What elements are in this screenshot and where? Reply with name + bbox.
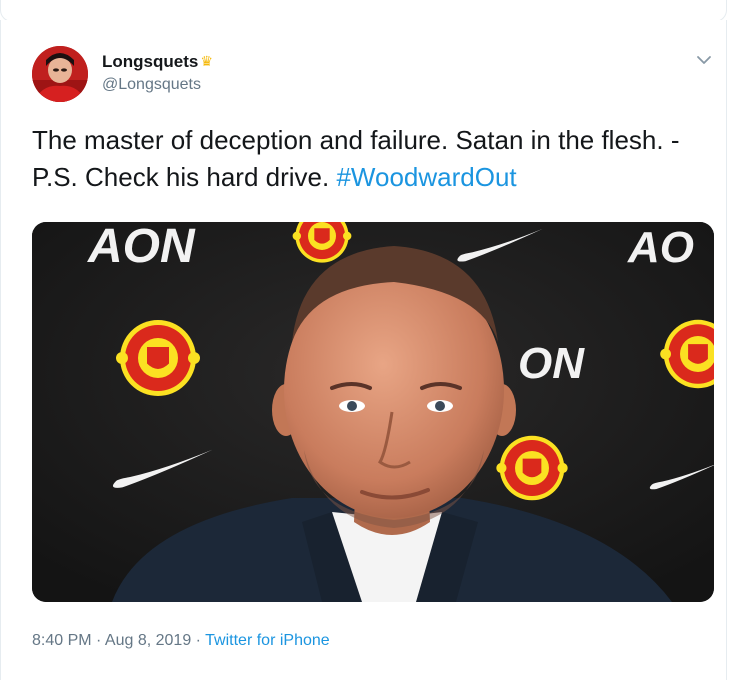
tweet-source-link[interactable]: Twitter for iPhone [205,632,330,649]
tweet-meta: 8:40 PM · Aug 8, 2019 · Twitter for iPho… [32,632,330,650]
hashtag-link[interactable]: #WoodwardOut [336,162,516,192]
tweet-text: The master of deception and failure. Sat… [32,122,722,196]
display-name-text[interactable]: Longsquets [102,52,198,71]
backdrop-logo-1: AON [87,222,196,273]
crown-icon: ♛ [200,53,213,69]
tweet-timestamp[interactable]: 8:40 PM · Aug 8, 2019 · [32,632,201,649]
user-handle[interactable]: @Longsquets [102,76,201,94]
backdrop-logo-2: AO [627,223,694,272]
display-name[interactable]: Longsquets ♛ [102,52,213,72]
previous-tweet-card [0,0,727,22]
chevron-down-icon[interactable] [694,50,714,70]
avatar-image [32,46,88,102]
photo-illustration: AON AO ON [32,222,714,602]
tweet-media-image[interactable]: AON AO ON [32,222,714,602]
avatar[interactable] [32,46,88,102]
backdrop-logo-3: ON [518,339,585,388]
